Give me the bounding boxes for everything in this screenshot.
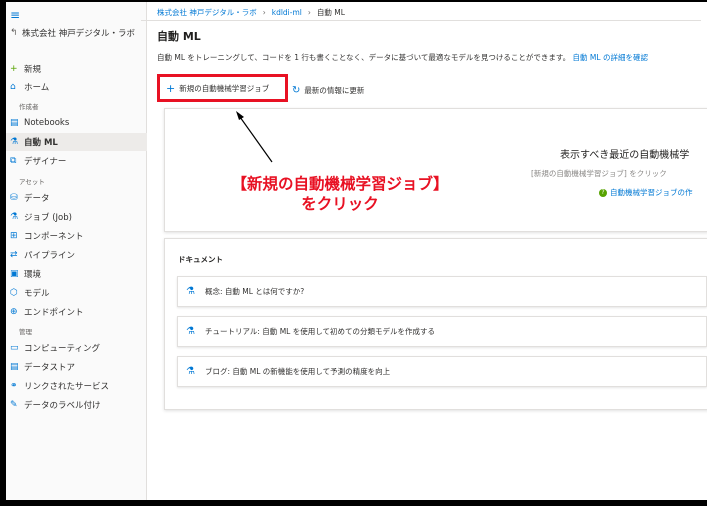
doc-link-label: ブログ: 自動 ML の新機能を使用して予測の精度を向上 xyxy=(204,367,391,376)
sidebar-item-models[interactable]: ⬡ モデル xyxy=(6,284,147,302)
chevron-right-icon: › xyxy=(262,8,266,17)
sidebar-item-jobs[interactable]: ⚗ ジョブ (Job) xyxy=(6,208,147,226)
annotation-callout: 【新規の自動機械学習ジョブ】 をクリック xyxy=(200,174,480,214)
documents-heading: ドキュメント xyxy=(178,255,223,264)
link-icon: ⚭ xyxy=(10,381,18,391)
sidebar: ≡ ↰ 株式会社 神戸デジタル・ラボ + 新規 ⌂ ホーム 作成者 ▤ Note… xyxy=(6,2,147,500)
flask-icon: ⚗ xyxy=(10,137,19,147)
label-icon: ✎ xyxy=(10,400,18,410)
workspace-switcher[interactable]: ↰ 株式会社 神戸デジタル・ラボ xyxy=(10,27,135,39)
endpoint-icon: ⊕ xyxy=(10,307,18,317)
sidebar-item-label: 自動 ML xyxy=(24,138,58,148)
menu-icon[interactable]: ≡ xyxy=(10,8,20,22)
sidebar-item-label: データのラベル付け xyxy=(24,401,101,411)
sidebar-item-label: Notebooks xyxy=(24,118,70,128)
flask-icon: ⚗ xyxy=(186,366,195,377)
model-icon: ⬡ xyxy=(10,288,18,298)
empty-state-title: 表示すべき最近の自動機械学 xyxy=(560,150,690,161)
refresh-button[interactable]: ↻ 最新の情報に更新 xyxy=(292,85,364,96)
chevron-right-icon: › xyxy=(307,8,311,17)
sidebar-item-label: ジョブ (Job) xyxy=(24,213,72,223)
refresh-label: 最新の情報に更新 xyxy=(304,86,365,95)
sidebar-item-home[interactable]: ⌂ ホーム xyxy=(6,78,147,96)
data-icon: ⛁ xyxy=(10,193,18,203)
component-icon: ⊞ xyxy=(10,231,18,241)
environment-icon: ▣ xyxy=(10,269,19,279)
sidebar-item-label: 環境 xyxy=(24,270,42,280)
breadcrumb-resource[interactable]: kdldi-ml xyxy=(272,8,302,17)
sidebar-item-linked-services[interactable]: ⚭ リンクされたサービス xyxy=(6,377,147,395)
home-icon: ⌂ xyxy=(10,82,16,92)
doc-link-concept[interactable]: ⚗ 概念: 自動 ML とは何ですか? xyxy=(177,276,707,307)
refresh-icon: ↻ xyxy=(292,85,301,96)
header-divider xyxy=(141,20,701,21)
sidebar-item-datastores[interactable]: ▤ データストア xyxy=(6,358,147,376)
sidebar-item-compute[interactable]: ▭ コンピューティング xyxy=(6,339,147,357)
notebook-icon: ▤ xyxy=(10,118,19,128)
help-icon: ? xyxy=(599,188,607,197)
sidebar-item-data[interactable]: ⛁ データ xyxy=(6,189,147,207)
sidebar-item-new[interactable]: + 新規 xyxy=(6,60,147,78)
breadcrumb-current: 自動 ML xyxy=(316,8,345,17)
annotation-line-1: 【新規の自動機械学習ジョブ】 xyxy=(231,175,449,193)
sidebar-item-label: データストア xyxy=(24,363,76,373)
doc-link-blog[interactable]: ⚗ ブログ: 自動 ML の新機能を使用して予測の精度を向上 xyxy=(177,356,707,387)
sidebar-item-notebooks[interactable]: ▤ Notebooks xyxy=(6,114,147,132)
sidebar-item-label: モデル xyxy=(24,289,50,299)
breadcrumb-workspace[interactable]: 株式会社 神戸デジタル・ラボ xyxy=(157,7,257,18)
sidebar-item-endpoints[interactable]: ⊕ エンドポイント xyxy=(6,303,147,321)
sidebar-item-designer[interactable]: ⧉ デザイナー xyxy=(6,152,147,170)
description-text: 自動 ML をトレーニングして、コードを 1 行も書くことなく、データに基づいて… xyxy=(157,53,571,62)
sidebar-item-label: ホーム xyxy=(24,83,50,93)
pipeline-icon: ⇄ xyxy=(10,250,18,260)
doc-link-label: 概念: 自動 ML とは何ですか? xyxy=(204,287,305,296)
new-automl-job-button[interactable]: + 新規の自動機械学習ジョブ xyxy=(157,74,288,102)
designer-icon: ⧉ xyxy=(10,156,17,166)
sidebar-item-pipelines[interactable]: ⇄ パイプライン xyxy=(6,246,147,264)
flask-icon: ⚗ xyxy=(186,326,195,337)
doc-link-label: チュートリアル: 自動 ML を使用して初めての分類モデルを作成する xyxy=(204,327,435,336)
page-title: 自動 ML xyxy=(157,30,201,43)
sidebar-item-data-labeling[interactable]: ✎ データのラベル付け xyxy=(6,396,147,414)
section-assets: アセット xyxy=(19,178,45,186)
sidebar-item-label: データ xyxy=(24,194,50,204)
flask-icon: ⚗ xyxy=(186,286,195,297)
annotation-line-2: をクリック xyxy=(301,195,379,213)
section-author: 作成者 xyxy=(19,103,39,111)
page-description: 自動 ML をトレーニングして、コードを 1 行も書くことなく、データに基づいて… xyxy=(157,52,648,63)
back-icon: ↰ xyxy=(10,28,18,38)
create-job-link[interactable]: ? 自動機械学習ジョブの作 xyxy=(599,187,693,198)
sidebar-item-label: コンピューティング xyxy=(24,344,100,354)
learn-more-link[interactable]: 自動 ML の詳細を確認 xyxy=(573,53,648,62)
breadcrumb: 株式会社 神戸デジタル・ラボ › kdldi-ml › 自動 ML xyxy=(157,7,345,18)
workspace-name: 株式会社 神戸デジタル・ラボ xyxy=(22,29,136,39)
compute-icon: ▭ xyxy=(10,343,19,353)
new-job-label: 新規の自動機械学習ジョブ xyxy=(179,83,270,93)
doc-link-tutorial[interactable]: ⚗ チュートリアル: 自動 ML を使用して初めての分類モデルを作成する xyxy=(177,316,707,347)
sidebar-item-label: 新規 xyxy=(24,65,42,75)
sidebar-item-label: デザイナー xyxy=(24,157,67,167)
plus-icon: + xyxy=(166,81,176,95)
plus-icon: + xyxy=(10,64,18,74)
sidebar-item-label: コンポーネント xyxy=(24,232,84,242)
sidebar-item-components[interactable]: ⊞ コンポーネント xyxy=(6,227,147,245)
section-manage: 管理 xyxy=(19,328,32,336)
sidebar-item-label: パイプライン xyxy=(24,251,76,261)
create-job-link-label: 自動機械学習ジョブの作 xyxy=(610,188,693,197)
flask-icon: ⚗ xyxy=(10,212,19,222)
sidebar-item-label: リンクされたサービス xyxy=(24,382,110,392)
empty-state-hint: [新規の自動機械学習ジョブ] をクリック xyxy=(531,169,667,178)
datastore-icon: ▤ xyxy=(10,362,19,372)
sidebar-item-environments[interactable]: ▣ 環境 xyxy=(6,265,147,283)
sidebar-item-automl[interactable]: ⚗ 自動 ML xyxy=(6,133,147,151)
sidebar-item-label: エンドポイント xyxy=(24,308,84,318)
